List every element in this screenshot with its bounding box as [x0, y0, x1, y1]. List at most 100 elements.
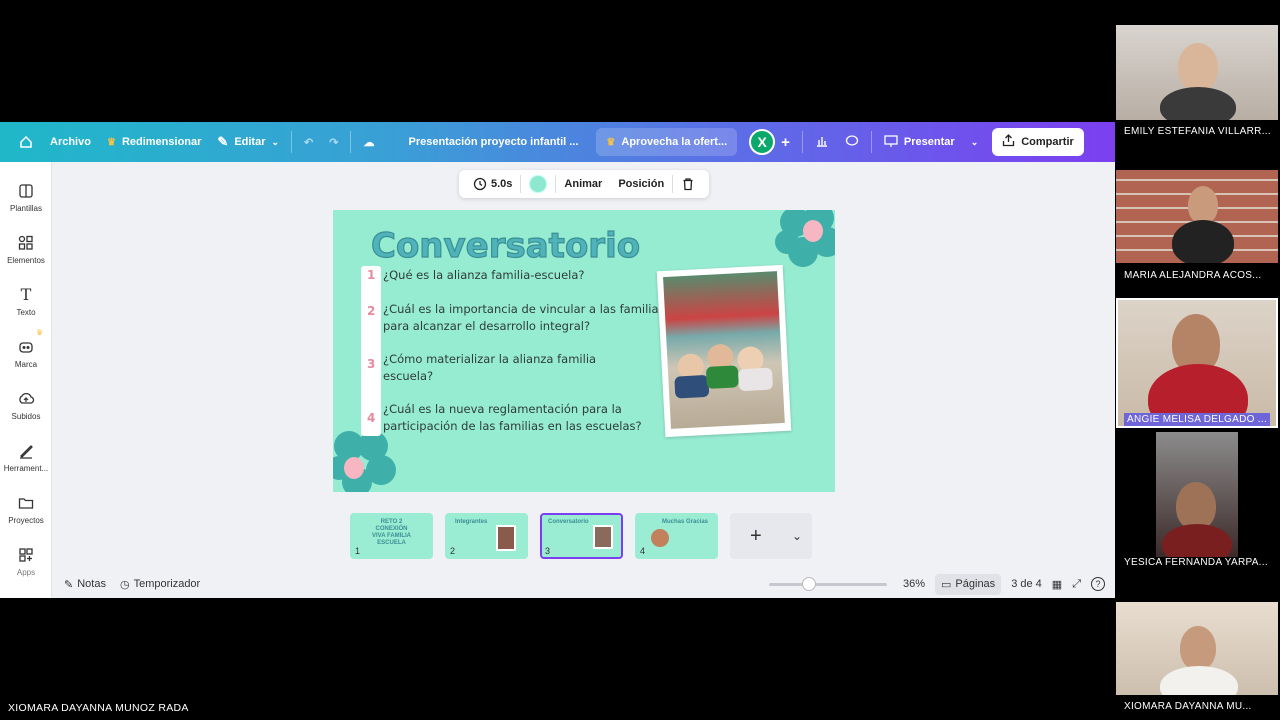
participant-video[interactable] [1116, 170, 1278, 263]
crown-icon: ♛ [606, 136, 616, 148]
upload-icon [19, 392, 35, 404]
divider [350, 131, 352, 153]
animate-label: Animar [564, 178, 603, 190]
user-avatar[interactable]: X [749, 129, 776, 155]
sidebar-item-label: Proyectos [8, 516, 44, 525]
sidebar-item-templates[interactable]: Plantillas [0, 182, 52, 213]
timer-button[interactable]: ◷ Temporizador [120, 578, 200, 591]
add-page-button[interactable]: + ⌄ [730, 513, 812, 559]
sidebar-item-projects[interactable]: Proyectos [0, 494, 52, 525]
chevron-down-icon: ⌄ [970, 136, 979, 147]
edit-label: Editar [234, 136, 266, 148]
screen-sharer-name: XIOMARA DAYANNA MUNOZ RADA [8, 702, 189, 714]
left-sidebar: Plantillas Elementos T Texto ♛ Marca Sub… [0, 162, 52, 598]
fullscreen-icon[interactable]: ⤢ [1072, 578, 1081, 591]
sidebar-item-tools[interactable]: Herrament... [0, 442, 52, 473]
home-icon [18, 134, 34, 150]
brand-icon [19, 342, 33, 353]
duration-button[interactable]: 5.0s [465, 174, 520, 194]
promo-button[interactable]: ♛ Aprovecha la ofert... [596, 128, 738, 156]
position-label: Posición [618, 178, 665, 190]
notes-icon: ✎ [64, 578, 74, 591]
grid-view-icon[interactable]: ▦ [1052, 578, 1062, 591]
thumbnail-number: 4 [640, 546, 646, 556]
sidebar-item-label: Texto [16, 308, 36, 317]
share-button[interactable]: Compartir [992, 128, 1084, 156]
question-text[interactable]: ¿Cómo materializar la alianza familia es… [383, 351, 633, 385]
apps-icon [19, 548, 33, 562]
cloud-save-status[interactable]: ☁ [355, 127, 382, 157]
redo-button[interactable]: ↷ [321, 127, 346, 157]
participant-video-active-speaker[interactable] [1116, 298, 1278, 428]
flower-decoration [775, 210, 835, 267]
sidebar-item-elements[interactable]: Elementos [0, 234, 52, 265]
child-figure [674, 374, 710, 399]
templates-icon [19, 184, 33, 198]
page-thumbnail[interactable]: Muchas Gracias 4 [635, 513, 718, 559]
sidebar-item-brand[interactable]: ♛ Marca [0, 328, 52, 369]
notes-label: Notas [77, 578, 106, 590]
present-label: Presentar [903, 136, 955, 148]
participant-video[interactable] [1116, 602, 1278, 695]
zoom-slider-handle[interactable] [801, 576, 816, 591]
participant-body [1162, 524, 1232, 557]
sidebar-item-apps[interactable]: Apps [0, 546, 52, 577]
insights-button[interactable] [807, 127, 837, 157]
zoom-slider[interactable] [768, 576, 887, 591]
slide-title[interactable]: Conversatorio [370, 225, 640, 266]
undo-button[interactable]: ↶ [296, 127, 321, 157]
pages-button[interactable]: ▭ Páginas [935, 573, 1002, 595]
bottom-bar: ✎ Notas ◷ Temporizador 36% ▭ Páginas 3 d… [52, 570, 1115, 598]
sidebar-item-uploads[interactable]: Subidos [0, 390, 52, 421]
chevron-down-icon: ⌄ [271, 136, 280, 147]
participant-face [1176, 482, 1216, 530]
home-button[interactable] [10, 127, 42, 157]
video-call-window: Archivo ♛ Redimensionar ✎ Editar ⌄ ↶ ↷ ☁… [0, 0, 1280, 720]
undo-icon: ↶ [304, 136, 314, 149]
thumbnail-photo [593, 525, 613, 549]
collaborators[interactable]: X + [741, 127, 798, 157]
children-photo[interactable] [656, 264, 792, 438]
participant-name: MARIA ALEJANDRA ACOS... [1124, 270, 1262, 281]
thumbnail-photo [496, 525, 516, 551]
comment-icon [845, 134, 859, 151]
participant-name: EMILY ESTEFANIA VILLARR... [1124, 126, 1271, 137]
elements-icon [18, 235, 33, 250]
redo-icon: ↷ [329, 136, 339, 149]
question-text[interactable]: ¿Qué es la alianza familia-escuela? [383, 267, 613, 284]
child-figure [737, 367, 774, 392]
resize-button[interactable]: ♛ Redimensionar [99, 127, 209, 157]
divider [291, 131, 293, 153]
share-label: Compartir [1021, 136, 1074, 148]
present-button[interactable]: Presentar [876, 127, 963, 157]
delete-button[interactable] [673, 174, 703, 194]
background-color-button[interactable] [521, 174, 555, 194]
document-title[interactable]: Presentación proyecto infantil ... [398, 136, 588, 148]
participant-video[interactable] [1116, 432, 1278, 557]
file-menu[interactable]: Archivo [42, 127, 99, 157]
slide-canvas[interactable]: Conversatorio 1 ¿Qué es la alianza famil… [333, 210, 835, 492]
edit-menu[interactable]: ✎ Editar ⌄ [209, 127, 287, 157]
participant-video[interactable] [1116, 25, 1278, 120]
zoom-level[interactable]: 36% [903, 578, 925, 590]
chevron-down-icon: ⌄ [791, 529, 802, 543]
plus-icon: + [781, 133, 790, 151]
page-thumbnail[interactable]: Integrantes 2 [445, 513, 528, 559]
question-text[interactable]: ¿Cuál es la nueva reglamentación para la… [383, 401, 668, 435]
position-button[interactable]: Posición [610, 174, 672, 194]
question-number: 1 [367, 268, 376, 282]
sidebar-item-label: Plantillas [9, 204, 42, 213]
sidebar-item-label: Marca [14, 360, 38, 369]
animate-button[interactable]: Animar [556, 174, 610, 194]
page-thumbnail[interactable]: RETO 2 CONEXIÓN VIVA FAMILIA ESCUELA 1 [350, 513, 433, 559]
page-thumbnail-active[interactable]: Conversatorio 3 [540, 513, 623, 559]
help-icon[interactable]: ? [1091, 577, 1105, 591]
participant-name: YESICA FERNANDA YARPA... [1124, 557, 1268, 568]
notes-button[interactable]: ✎ Notas [64, 578, 106, 591]
present-options[interactable]: ⌄ [963, 127, 987, 157]
timer-icon: ◷ [119, 578, 130, 591]
divider [801, 131, 803, 153]
sidebar-item-text[interactable]: T Texto [0, 286, 52, 318]
question-text[interactable]: ¿Cuál es la importancia de vincular a la… [383, 301, 668, 335]
comments-button[interactable] [837, 127, 867, 157]
